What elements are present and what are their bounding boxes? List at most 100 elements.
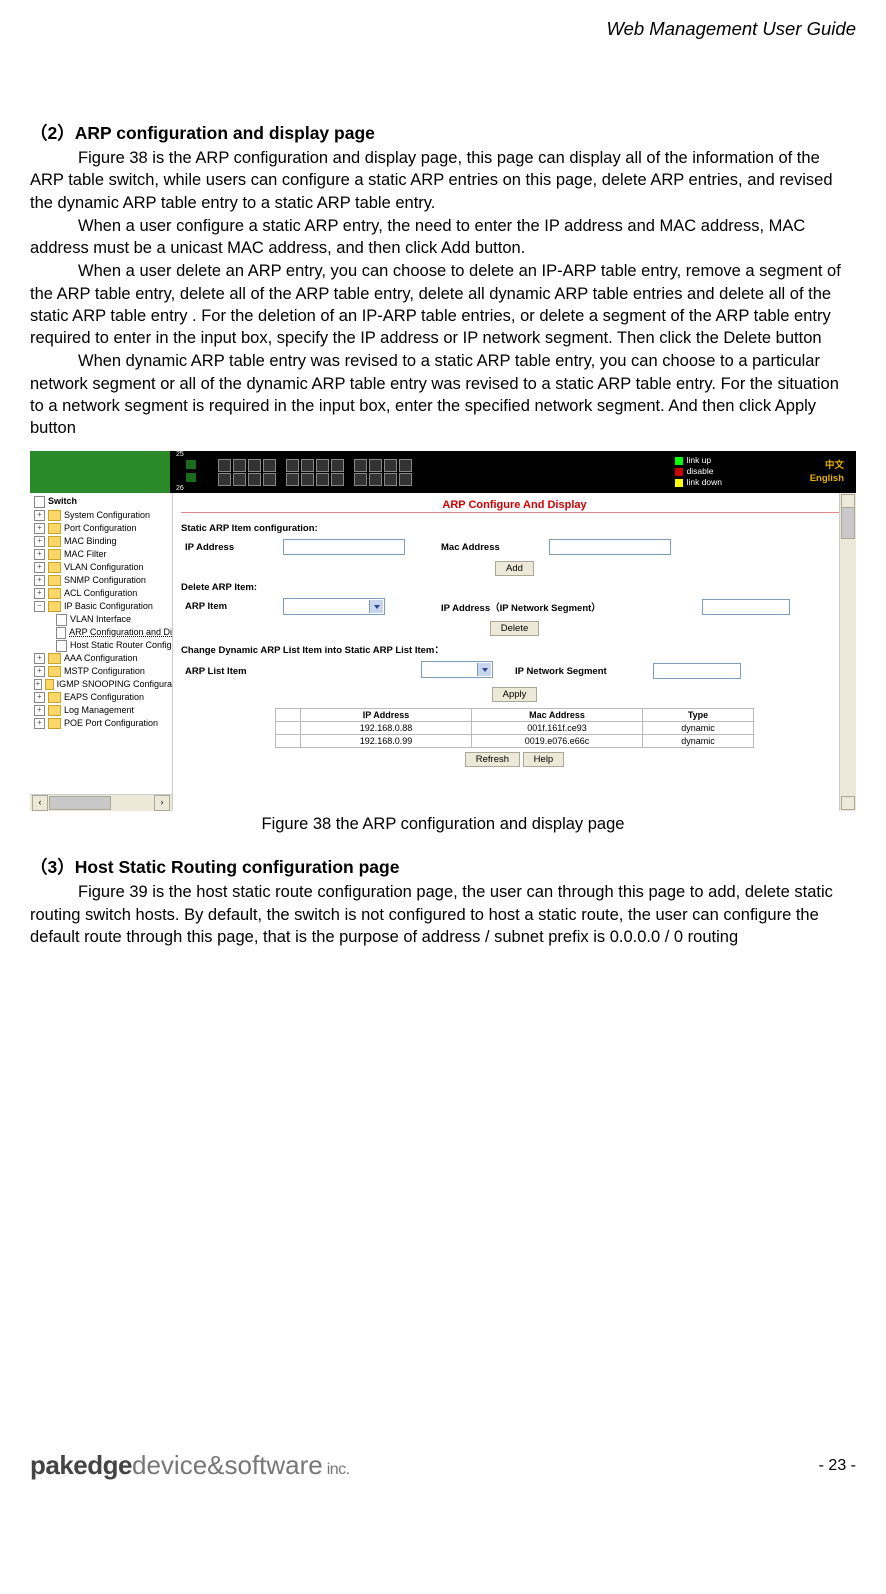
tree-log-mgmt[interactable]: +Log Management — [34, 704, 172, 717]
scroll-thumb[interactable] — [49, 796, 111, 810]
panel-title: ARP Configure And Display — [181, 499, 848, 511]
tree-mstp-config[interactable]: +MSTP Configuration — [34, 665, 172, 678]
delete-arp-form: ARP Item IP Address（IP Network Segment） — [181, 596, 848, 617]
port-legend: link up disable link down — [675, 455, 722, 488]
col-mac-address: Mac Address — [472, 709, 643, 722]
apply-button[interactable]: Apply — [492, 687, 538, 702]
folder-icon — [48, 601, 61, 612]
mac-address-input[interactable] — [549, 539, 671, 555]
tree-aaa-config[interactable]: +AAA Configuration — [34, 652, 172, 665]
folder-icon — [48, 653, 61, 664]
screenshot-arp-config: 25 26 — [30, 451, 856, 811]
ip-network-segment-label: IP Network Segment — [497, 659, 649, 683]
page-footer: pakedgedevice&software inc. - 23 - — [30, 1450, 856, 1481]
device-logo-area — [30, 451, 170, 493]
tree-arp-config[interactable]: ARP Configuration and Di — [56, 626, 172, 639]
lang-en-link[interactable]: English — [810, 472, 844, 485]
scroll-down-icon[interactable] — [841, 796, 855, 810]
arp-item-label: ARP Item — [181, 596, 279, 617]
screenshot-top-bar: 25 26 — [30, 451, 856, 493]
doc-icon — [56, 614, 67, 626]
arp-table: IP Address Mac Address Type 192.168.0.88… — [275, 708, 754, 748]
section-2-para-2: When a user configure a static ARP entry… — [30, 215, 856, 260]
table-row: 192.168.0.88 001f.161f.ce93 dynamic — [276, 722, 754, 735]
help-button[interactable]: Help — [523, 752, 565, 767]
main-scrollbar[interactable] — [839, 493, 856, 811]
scroll-thumb[interactable] — [841, 507, 855, 539]
folder-icon — [48, 549, 61, 560]
delete-arp-section-label: Delete ARP Item: — [181, 582, 848, 593]
mac-address-label: Mac Address — [437, 537, 545, 557]
language-switcher[interactable]: 中文 English — [810, 459, 844, 485]
tree-ip-basic-config[interactable]: −IP Basic Configuration — [34, 600, 172, 613]
section-3-para-1: Figure 39 is the host static route confi… — [30, 881, 856, 948]
tree-vlan-interface[interactable]: VLAN Interface — [56, 613, 172, 626]
tree-root[interactable]: Switch — [48, 495, 77, 508]
static-arp-form: IP Address Mac Address — [181, 537, 848, 557]
scroll-right-icon[interactable]: › — [154, 795, 170, 811]
refresh-button[interactable]: Refresh — [465, 752, 520, 767]
switch-icon — [34, 496, 45, 508]
folder-icon — [48, 666, 61, 677]
change-dynamic-section-label: Change Dynamic ARP List Item into Static… — [181, 642, 848, 656]
section-2-para-1: Figure 38 is the ARP configuration and d… — [30, 147, 856, 214]
figure-38: 25 26 — [30, 451, 856, 834]
ip-segment-input[interactable] — [702, 599, 790, 615]
ports-row-top — [218, 459, 412, 472]
port-panel: 25 26 — [170, 451, 856, 493]
folder-icon — [48, 562, 61, 573]
ip-address-label: IP Address — [181, 537, 279, 557]
add-button[interactable]: Add — [495, 561, 534, 576]
col-ip-address: IP Address — [301, 709, 472, 722]
brand-logo: pakedgedevice&software inc. — [30, 1450, 350, 1481]
folder-icon — [48, 692, 61, 703]
tree-eaps-config[interactable]: +EAPS Configuration — [34, 691, 172, 704]
ip-segment-label: IP Address（IP Network Segment） — [437, 596, 698, 617]
section-2-title: （2）ARP configuration and display page — [30, 120, 856, 145]
section-2-para-4: When dynamic ARP table entry was revised… — [30, 350, 856, 439]
tree-vlan-config[interactable]: +VLAN Configuration — [34, 561, 172, 574]
folder-icon — [48, 536, 61, 547]
folder-icon — [48, 523, 61, 534]
nav-tree[interactable]: Switch +System Configuration +Port Confi… — [30, 493, 173, 811]
doc-icon — [56, 640, 67, 652]
scroll-left-icon[interactable]: ‹ — [32, 795, 48, 811]
arp-list-item-select[interactable] — [421, 661, 493, 678]
ip-network-segment-input[interactable] — [653, 663, 741, 679]
tree-snmp-config[interactable]: +SNMP Configuration — [34, 574, 172, 587]
arp-item-select[interactable] — [283, 598, 385, 615]
main-panel: ARP Configure And Display Static ARP Ite… — [173, 493, 856, 811]
folder-icon — [48, 718, 61, 729]
tree-system-config[interactable]: +System Configuration — [34, 509, 172, 522]
folder-icon — [45, 679, 54, 690]
figure-38-caption: Figure 38 the ARP configuration and disp… — [30, 815, 856, 834]
tree-igmp-config[interactable]: +IGMP SNOOPING Configura — [34, 678, 172, 691]
folder-icon — [48, 575, 61, 586]
arp-list-item-label: ARP List Item — [181, 659, 279, 683]
folder-icon — [48, 588, 61, 599]
folder-icon — [48, 510, 61, 521]
section-3-title: （3）Host Static Routing configuration pag… — [30, 854, 856, 879]
section-2-para-3: When a user delete an ARP entry, you can… — [30, 260, 856, 349]
folder-icon — [48, 705, 61, 716]
page-header: Web Management User Guide — [30, 18, 856, 40]
tree-acl-config[interactable]: +ACL Configuration — [34, 587, 172, 600]
tree-port-config[interactable]: +Port Configuration — [34, 522, 172, 535]
ip-address-input[interactable] — [283, 539, 405, 555]
tree-mac-filter[interactable]: +MAC Filter — [34, 548, 172, 561]
col-type: Type — [643, 709, 754, 722]
delete-button[interactable]: Delete — [490, 621, 539, 636]
sfp-port-25 — [186, 460, 196, 469]
tree-mac-binding[interactable]: +MAC Binding — [34, 535, 172, 548]
tree-poe-config[interactable]: +POE Port Configuration — [34, 717, 172, 730]
doc-icon — [56, 627, 66, 639]
tree-scrollbar[interactable]: ‹ › — [30, 794, 172, 811]
static-arp-section-label: Static ARP Item configuration: — [181, 523, 848, 534]
page-number: - 23 - — [819, 1457, 856, 1475]
scroll-up-icon[interactable] — [841, 494, 855, 508]
sfp-port-26 — [186, 473, 196, 482]
table-row: 192.168.0.99 0019.e076.e66c dynamic — [276, 735, 754, 748]
ports-row-bottom — [218, 473, 412, 486]
lang-zh-link[interactable]: 中文 — [810, 459, 844, 472]
tree-host-static-router[interactable]: Host Static Router Config — [56, 639, 172, 652]
